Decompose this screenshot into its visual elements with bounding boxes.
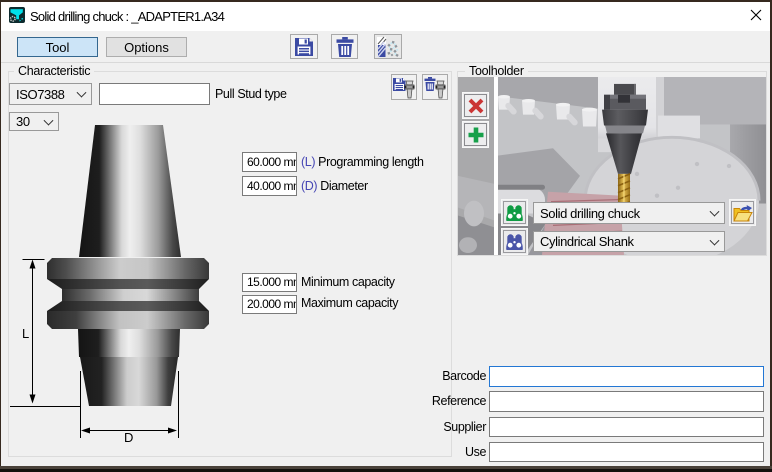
svg-text:L: L — [22, 326, 29, 341]
svg-text:D: D — [124, 430, 133, 445]
